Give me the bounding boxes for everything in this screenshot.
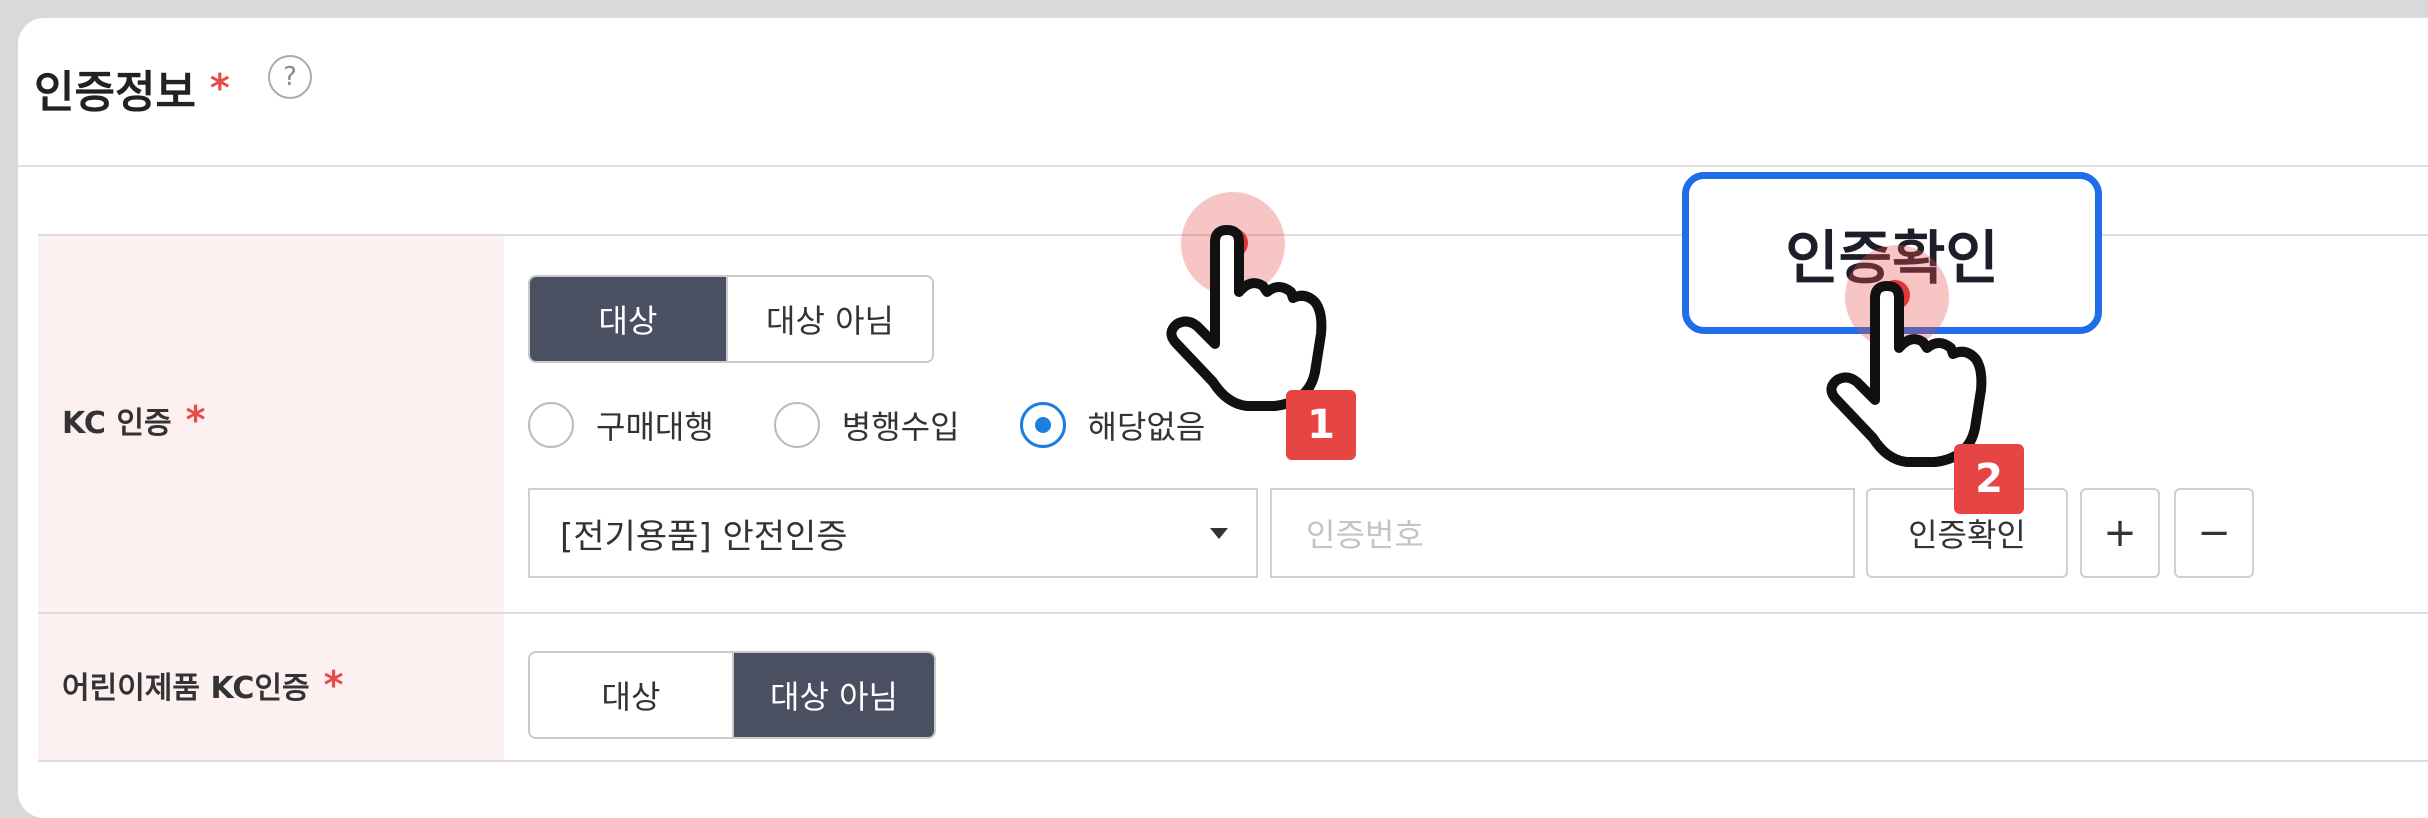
radio-circle[interactable]	[773, 402, 820, 448]
kids-kc-label: 어린이제품 KC인증 *	[62, 655, 343, 715]
cert-category-select[interactable]: [전기용품] 안전인증	[528, 488, 1258, 578]
kids-kc-label-text: 어린이제품 KC인증	[62, 671, 310, 706]
radio-circle-selected[interactable]	[1019, 402, 1066, 448]
divider	[38, 760, 2428, 762]
step-marker-2: 2	[1954, 444, 2024, 514]
radio-label: 병행수입	[841, 408, 960, 446]
kc-label: KC 인증 *	[62, 390, 205, 450]
kids-kc-target-option[interactable]: 대상	[530, 653, 732, 737]
required-mark: *	[323, 663, 344, 707]
divider	[18, 165, 2428, 167]
help-icon[interactable]: ?	[268, 55, 312, 99]
kc-not-target-option[interactable]: 대상 아님	[726, 277, 932, 361]
cert-category-value: [전기용품] 안전인증	[560, 516, 848, 557]
radio-parallel-import[interactable]: 병행수입	[773, 402, 960, 448]
kids-kc-target-toggle: 대상 대상 아님	[528, 651, 936, 739]
required-mark: *	[209, 66, 230, 110]
radio-circle[interactable]	[528, 402, 574, 448]
radio-purchase-agent[interactable]: 구매대행	[528, 402, 714, 448]
kids-kc-not-target-option[interactable]: 대상 아님	[732, 653, 934, 737]
add-cert-button[interactable]: +	[2080, 488, 2160, 578]
cert-number-input[interactable]: 인증번호	[1270, 488, 1855, 578]
kc-target-option[interactable]: 대상	[530, 277, 726, 361]
kc-target-toggle: 대상 대상 아님	[528, 275, 934, 363]
step-marker-1: 1	[1286, 390, 1356, 460]
kc-label-text: KC 인증	[62, 406, 172, 441]
section-title-text: 인증정보	[34, 67, 196, 118]
radio-label: 구매대행	[596, 408, 714, 446]
required-mark: *	[185, 398, 206, 442]
section-title: 인증정보 *	[34, 58, 230, 118]
caret-down-icon	[1210, 528, 1228, 539]
cert-number-placeholder: 인증번호	[1306, 516, 1424, 554]
radio-dot	[1034, 417, 1051, 433]
remove-cert-button[interactable]: −	[2174, 488, 2254, 578]
